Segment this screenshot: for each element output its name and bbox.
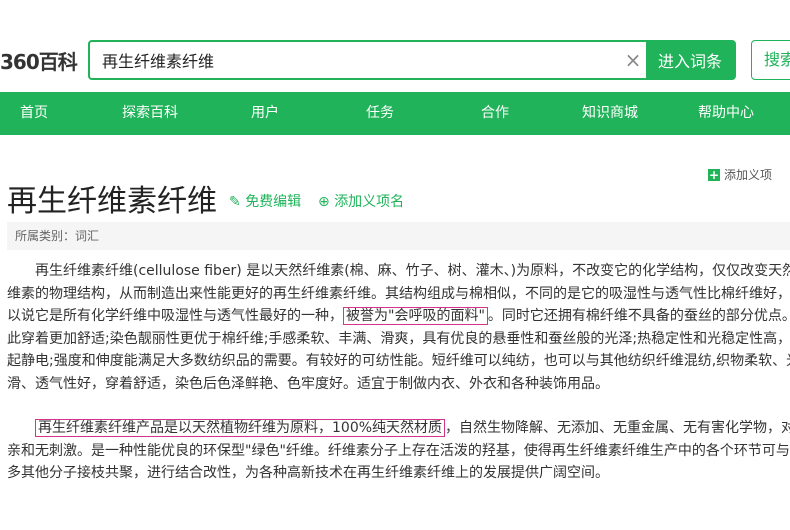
- add-sense-name-label: 添加义项名: [334, 194, 405, 210]
- add-sense-label: 添加义项: [724, 168, 773, 182]
- para1-line-6: 滑、透气性好，穿着舒适，染色后色泽鲜艳、色牢度好。适宜于制做内衣、外衣和各种装饰…: [7, 375, 609, 392]
- para1-line-3-a: 以说它是所有化学纤维中吸湿性与透气性最好的一种，: [7, 308, 343, 325]
- site-logo[interactable]: 360百科: [0, 46, 78, 75]
- para1-line-3: 以说它是所有化学纤维中吸湿性与透气性最好的一种， 被誉为"会呼吸的面料" 。同时它还…: [7, 305, 790, 328]
- paragraph-2: 再生纤维素纤维产品是以天然植物纤维为原料，100%纯天然材质 ，自然生物降解、无添…: [7, 417, 790, 485]
- para1-line-1: 再生纤维素纤维(cellulose fiber) 是以天然纤维素(棉、麻、竹子、…: [35, 263, 790, 279]
- search-input[interactable]: [90, 41, 620, 79]
- nav-item-help-center[interactable]: 帮助中心: [698, 92, 754, 135]
- para1-line-5: 起静电;强度和伸度能满足大多数纺织品的需要。有较好的可纺性能。短纤维可以纯纺，也…: [7, 353, 790, 370]
- highlight-natural-material: 再生纤维素纤维产品是以天然植物纤维为原料，100%纯天然材质: [35, 419, 446, 437]
- add-icon: ⊕: [318, 194, 330, 210]
- nav-item-cooperation[interactable]: 合作: [481, 92, 509, 135]
- add-sense-link[interactable]: + 添加义项: [708, 166, 772, 183]
- edit-link[interactable]: ✎ 免费编辑: [229, 191, 301, 211]
- highlight-breathing-fabric: 被誉为"会呼吸的面料": [343, 307, 488, 326]
- para1-line-3-b: 。同时它还拥有棉纤维不具备的蚕丝的部分优点。因: [487, 308, 790, 325]
- para2-line-1: 再生纤维素纤维产品是以天然植物纤维为原料，100%纯天然材质 ，自然生物降解、无添…: [7, 417, 790, 440]
- nav-item-users[interactable]: 用户: [251, 92, 279, 135]
- plus-icon: +: [708, 167, 720, 182]
- para2-line-3: 多其他分子接枝共聚，进行结合改性，为各种高新技术在再生纤维素纤维上的发展提供广阔…: [7, 465, 609, 482]
- nav-item-explore[interactable]: 探索百科: [122, 92, 178, 135]
- main-nav: 首页 探索百科 用户 任务 合作 知识商城 帮助中心: [0, 92, 790, 135]
- search-button[interactable]: 搜索: [751, 40, 790, 80]
- para1-line-4: 此穿着更加舒适;染色靓丽性更优于棉纤维;手感柔软、丰满、滑爽，具有优良的悬垂性和…: [7, 330, 790, 347]
- para2-line-1-b: ，自然生物降解、无添加、无重金属、无有害化学物，对皮肤: [445, 420, 790, 436]
- para1-line-2: 维素的物理结构，从而制造出来性能更好的再生纤维素纤维。其结构组成与棉相似，不同的…: [7, 285, 790, 302]
- clear-icon[interactable]: ×: [620, 48, 646, 72]
- nav-item-knowledge-mall[interactable]: 知识商城: [582, 92, 638, 135]
- enter-entry-button[interactable]: 进入词条: [646, 42, 734, 78]
- nav-item-tasks[interactable]: 任务: [366, 92, 394, 135]
- category-bar: 所属类别：词汇: [7, 222, 790, 250]
- nav-item-home[interactable]: 首页: [20, 92, 48, 135]
- pencil-icon: ✎: [229, 194, 241, 210]
- search-bar: × 进入词条: [88, 40, 736, 80]
- page-title: 再生纤维素纤维: [7, 184, 217, 219]
- add-sense-name-link[interactable]: ⊕ 添加义项名: [318, 191, 404, 211]
- edit-label: 免费编辑: [245, 194, 302, 210]
- para2-line-2: 亲和无刺激。是一种性能优良的环保型"绿色"纤维。纤维素分子上存在活泼的羟基，使得…: [7, 442, 790, 459]
- paragraph-1: 再生纤维素纤维(cellulose fiber) 是以天然纤维素(棉、麻、竹子、…: [7, 260, 790, 396]
